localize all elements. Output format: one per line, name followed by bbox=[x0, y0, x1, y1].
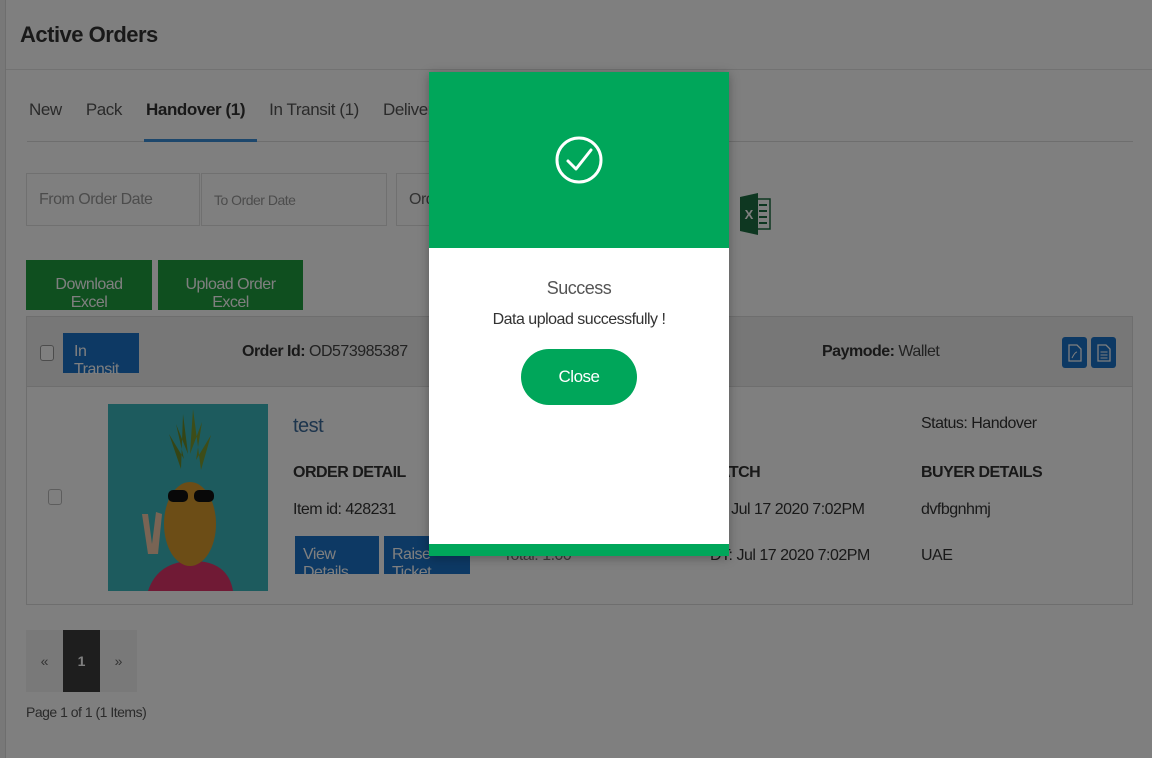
modal-footer-bar bbox=[429, 544, 729, 556]
modal-body: Success Data upload successfully ! Close bbox=[429, 278, 729, 405]
modal-header bbox=[429, 72, 729, 248]
success-modal: Success Data upload successfully ! Close bbox=[429, 72, 729, 556]
modal-message: Data upload successfully ! bbox=[492, 311, 666, 328]
modal-title: Success bbox=[546, 278, 612, 298]
modal-close-button[interactable]: Close bbox=[521, 349, 637, 405]
checkmark-circle-icon bbox=[555, 136, 603, 184]
